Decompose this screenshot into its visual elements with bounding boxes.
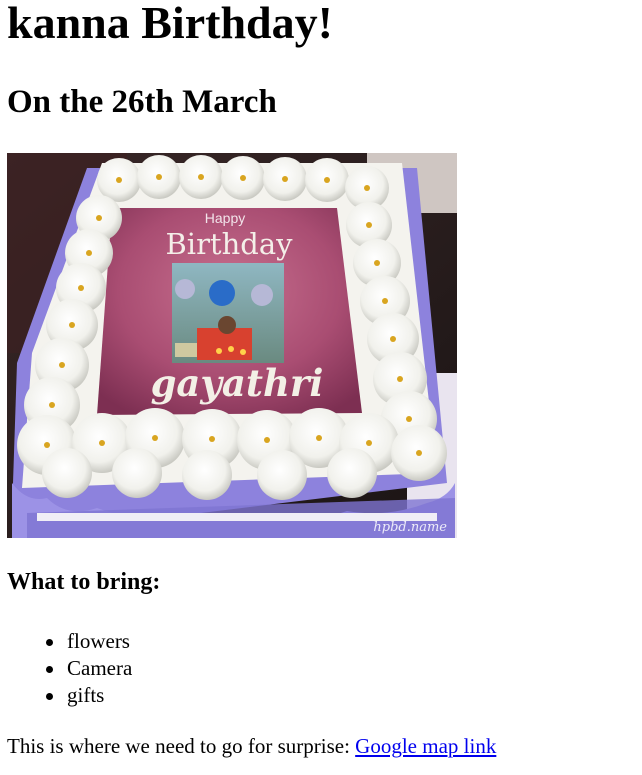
bring-heading: What to bring: xyxy=(7,569,161,595)
bullet-icon xyxy=(46,639,53,646)
cake-birthday-text: Birthday xyxy=(165,227,293,261)
birthday-cake-image: Happy Birthday gayathri hpbd.name xyxy=(7,153,457,538)
bullet-icon xyxy=(46,666,53,673)
cake-watermark-text: hpbd.name xyxy=(373,520,447,535)
list-item: gifts xyxy=(7,682,132,709)
list-item: Camera xyxy=(7,655,132,682)
google-map-link[interactable]: Google map link xyxy=(355,734,496,758)
cake-name-text: gayathri xyxy=(151,361,324,405)
list-item: flowers xyxy=(7,628,132,655)
page-title: kanna Birthday! xyxy=(7,0,333,48)
bring-list: flowers Camera gifts xyxy=(7,628,132,709)
surprise-paragraph: This is where we need to go for surprise… xyxy=(7,733,496,760)
surprise-text: This is where we need to go for surprise… xyxy=(7,734,356,758)
bullet-icon xyxy=(46,693,53,700)
cake-happy-text: Happy xyxy=(205,210,245,226)
date-heading: On the 26th March xyxy=(7,84,277,120)
